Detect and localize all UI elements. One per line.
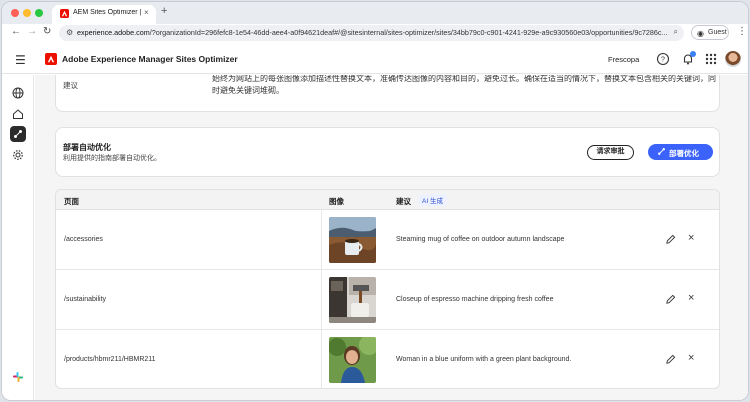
avatar[interactable] bbox=[725, 51, 741, 67]
alt-text-table: 页面 图像 建议 AI 生成 /accessories Steaming mug… bbox=[55, 189, 720, 389]
url-text[interactable]: experience.adobe.com/?organizationId=296… bbox=[77, 28, 667, 37]
new-tab-button[interactable]: + bbox=[161, 5, 167, 17]
browser-tab[interactable]: AEM Sites Optimizer | Adobe × bbox=[52, 5, 156, 24]
globe-icon[interactable] bbox=[10, 85, 26, 101]
dismiss-icon[interactable]: × bbox=[688, 292, 694, 304]
table-row: /accessories Steaming mug of coffee on o… bbox=[56, 210, 719, 270]
page-path[interactable]: /sustainability bbox=[64, 296, 106, 303]
deploy-icon bbox=[658, 148, 665, 155]
request-approval-button[interactable]: 请求审批 bbox=[587, 145, 634, 160]
guest-label: Guest bbox=[708, 29, 727, 36]
adobe-favicon-icon bbox=[60, 9, 69, 18]
pencil-icon[interactable] bbox=[665, 234, 676, 245]
ai-generated-badge: AI 生成 bbox=[418, 194, 447, 206]
coffee-mug-thumbnail[interactable] bbox=[329, 217, 376, 263]
profile-icon: ◉ bbox=[697, 29, 704, 38]
espresso-machine-thumbnail[interactable] bbox=[329, 277, 376, 323]
maximize-window-button[interactable] bbox=[35, 9, 43, 17]
tab-strip: AEM Sites Optimizer | Adobe × + bbox=[2, 2, 748, 24]
suggestion-text: 始终为网站上的每张图像添加描述性替换文本，准确传达图像的内容和目的，避免过长。确… bbox=[212, 75, 716, 95]
page-path[interactable]: /accessories bbox=[64, 236, 103, 243]
column-divider bbox=[321, 330, 322, 388]
tab-close-icon[interactable]: × bbox=[144, 8, 149, 17]
header-page: 页面 bbox=[64, 197, 79, 206]
notification-badge bbox=[690, 51, 696, 57]
app-switcher-grid-icon[interactable] bbox=[704, 52, 718, 66]
settings-gear-icon[interactable] bbox=[10, 147, 26, 163]
deploy-button-label: 部署优化 bbox=[669, 149, 699, 158]
browser-menu-icon[interactable]: ⋮ bbox=[737, 26, 747, 37]
pencil-icon[interactable] bbox=[665, 294, 676, 305]
hamburger-menu-icon[interactable]: ☰ bbox=[15, 53, 26, 67]
back-arrow-icon[interactable]: ← bbox=[11, 26, 21, 37]
suggested-alt-text[interactable]: Steaming mug of coffee on outdoor autumn… bbox=[396, 236, 564, 243]
table-header: 页面 图像 建议 AI 生成 bbox=[56, 190, 719, 210]
zoom-icon[interactable]: ⌕ bbox=[674, 27, 678, 37]
guest-profile-button[interactable]: ◉ Guest bbox=[691, 25, 729, 40]
suggestion-label: 建议 bbox=[63, 81, 78, 90]
dismiss-icon[interactable]: × bbox=[688, 352, 694, 364]
browser-window: AEM Sites Optimizer | Adobe × + ← → ↻ ⚙ … bbox=[1, 1, 749, 401]
page-path[interactable]: /products/hbmr211/HBMR211 bbox=[64, 356, 156, 363]
column-divider bbox=[321, 210, 322, 269]
address-bar-row: ← → ↻ ⚙ experience.adobe.com/?organizati… bbox=[2, 24, 748, 42]
url-bar[interactable]: ⚙ experience.adobe.com/?organizationId=2… bbox=[59, 25, 684, 41]
slack-icon[interactable] bbox=[10, 369, 26, 385]
header-image: 图像 bbox=[329, 197, 344, 206]
header-suggestion: 建议 bbox=[396, 197, 411, 206]
column-divider bbox=[321, 270, 322, 329]
opportunities-icon[interactable] bbox=[10, 126, 26, 142]
woman-blue-uniform-thumbnail[interactable] bbox=[329, 337, 376, 383]
deploy-optimization-button[interactable]: 部署优化 bbox=[648, 144, 713, 160]
svg-text:?: ? bbox=[661, 57, 665, 64]
pencil-icon[interactable] bbox=[665, 354, 676, 365]
deploy-title: 部署自动优化 bbox=[63, 143, 111, 152]
close-window-button[interactable] bbox=[11, 9, 19, 17]
adobe-logo-icon[interactable] bbox=[45, 53, 57, 65]
org-switcher[interactable]: Frescopa bbox=[608, 55, 639, 64]
minimize-window-button[interactable] bbox=[23, 9, 31, 17]
app-title: Adobe Experience Manager Sites Optimizer bbox=[62, 54, 238, 64]
table-row: /sustainability Closeup of espresso mach… bbox=[56, 270, 719, 330]
deploy-subtitle: 利用提供的指南部署自动优化。 bbox=[63, 155, 161, 162]
home-icon[interactable] bbox=[10, 106, 26, 122]
reload-icon[interactable]: ↻ bbox=[43, 26, 51, 37]
site-info-icon[interactable]: ⚙ bbox=[66, 28, 73, 37]
table-row: /products/hbmr211/HBMR211 Woman in a blu… bbox=[56, 330, 719, 388]
left-nav-rail bbox=[2, 75, 34, 400]
help-icon[interactable]: ? bbox=[656, 52, 670, 66]
dismiss-icon[interactable]: × bbox=[688, 232, 694, 244]
suggested-alt-text[interactable]: Woman in a blue uniform with a green pla… bbox=[396, 356, 571, 363]
main-content: 建议 始终为网站上的每张图像添加描述性替换文本，准确传达图像的内容和目的，避免过… bbox=[35, 75, 748, 400]
forward-arrow-icon[interactable]: → bbox=[27, 26, 37, 37]
suggested-alt-text[interactable]: Closeup of espresso machine dripping fre… bbox=[396, 296, 553, 303]
app-header: ☰ Adobe Experience Manager Sites Optimiz… bbox=[2, 46, 748, 74]
tab-title: AEM Sites Optimizer | Adobe bbox=[73, 9, 141, 16]
